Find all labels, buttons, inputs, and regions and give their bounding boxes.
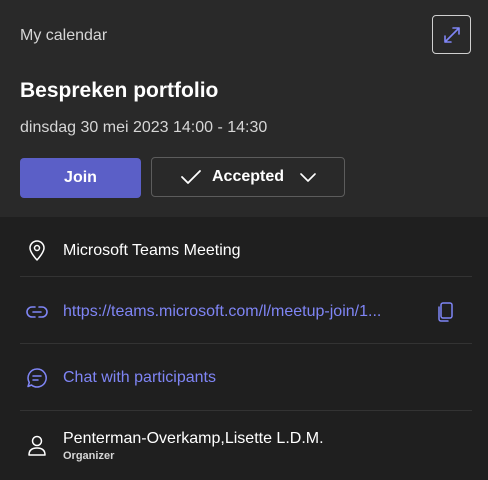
divider xyxy=(20,410,472,411)
join-button[interactable]: Join xyxy=(20,158,141,198)
chat-icon xyxy=(26,367,48,389)
event-header: My calendar Bespreken portfolio dinsdag … xyxy=(0,0,488,217)
organizer-name: Penterman-Overkamp,Lisette L.D.M. xyxy=(63,430,324,447)
organizer-info: Penterman-Overkamp,Lisette L.D.M. Organi… xyxy=(63,430,324,462)
expand-button[interactable] xyxy=(432,15,471,54)
location-pin-icon xyxy=(26,240,48,262)
organizer-role: Organizer xyxy=(63,450,115,462)
chat-with-participants-link[interactable]: Chat with participants xyxy=(63,369,216,387)
accepted-label: Accepted xyxy=(211,168,285,185)
event-title: Bespreken portfolio xyxy=(20,79,219,102)
organizer-row: Penterman-Overkamp,Lisette L.D.M. Organi… xyxy=(20,430,472,462)
link-icon xyxy=(26,301,48,323)
location-row: Microsoft Teams Meeting xyxy=(20,240,472,262)
divider xyxy=(20,276,472,277)
expand-icon xyxy=(443,26,460,43)
copy-icon[interactable] xyxy=(434,301,456,323)
meeting-link-row: https://teams.microsoft.com/l/meetup-joi… xyxy=(20,301,472,323)
chevron-down-icon xyxy=(300,173,316,182)
accepted-dropdown-button[interactable]: Accepted xyxy=(151,157,345,197)
event-datetime: dinsdag 30 mei 2023 14:00 - 14:30 xyxy=(20,119,268,136)
calendar-label: My calendar xyxy=(20,27,108,44)
location-text: Microsoft Teams Meeting xyxy=(63,242,241,259)
divider xyxy=(20,343,472,344)
meeting-link[interactable]: https://teams.microsoft.com/l/meetup-joi… xyxy=(63,303,418,321)
checkmark-icon xyxy=(181,170,201,184)
chat-row[interactable]: Chat with participants xyxy=(20,367,472,389)
person-icon xyxy=(26,435,48,457)
event-details: Microsoft Teams Meeting https://teams.mi… xyxy=(0,217,488,480)
